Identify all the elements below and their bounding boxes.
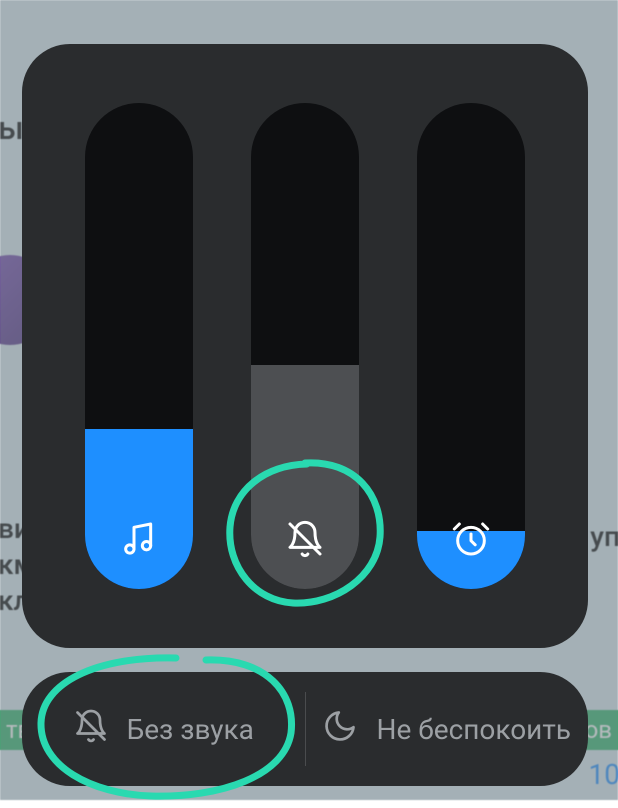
moon-icon	[322, 708, 358, 751]
alarm-volume-slider[interactable]	[417, 103, 525, 589]
bell-off-icon	[73, 708, 109, 751]
ring-volume-slider[interactable]	[251, 103, 359, 589]
media-volume-slider[interactable]	[85, 103, 193, 589]
bottom-actions: Без звука Не беспокоить	[22, 672, 588, 786]
dnd-label: Не беспокоить	[376, 713, 571, 746]
media-volume-fill	[85, 429, 193, 589]
bell-off-icon	[283, 517, 327, 561]
mute-label: Без звука	[127, 713, 254, 746]
alarm-clock-icon	[449, 517, 493, 561]
volume-panel	[22, 44, 588, 648]
mute-button[interactable]: Без звука	[22, 672, 305, 786]
dnd-button[interactable]: Не беспокоить	[306, 672, 589, 786]
music-icon	[117, 517, 161, 561]
